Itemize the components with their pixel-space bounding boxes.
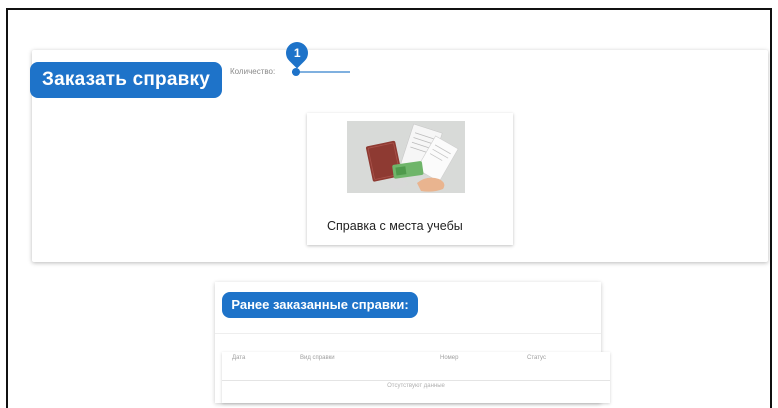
column-header-number[interactable]: Номер bbox=[440, 355, 458, 361]
quantity-label: Количество: bbox=[230, 67, 276, 76]
slider-track[interactable] bbox=[296, 71, 350, 73]
slider-thumb[interactable] bbox=[292, 68, 300, 76]
certificate-card-title: Справка с места учебы bbox=[327, 219, 463, 233]
table-empty-message: Отсутствуют данные bbox=[387, 383, 445, 389]
column-header-date[interactable]: Дата bbox=[232, 355, 245, 361]
order-certificate-title: Заказать справку bbox=[30, 62, 222, 98]
documents-illustration-icon bbox=[347, 121, 465, 193]
history-table bbox=[222, 352, 610, 403]
history-divider bbox=[215, 333, 601, 334]
slider-value: 1 bbox=[293, 46, 301, 60]
column-header-type[interactable]: Вид справки bbox=[300, 355, 335, 361]
table-header-divider bbox=[222, 380, 610, 381]
certificate-card-study-place[interactable]: Справка с места учебы bbox=[307, 113, 513, 245]
column-header-status[interactable]: Статус bbox=[527, 355, 546, 361]
history-title: Ранее заказанные справки: bbox=[222, 292, 418, 318]
